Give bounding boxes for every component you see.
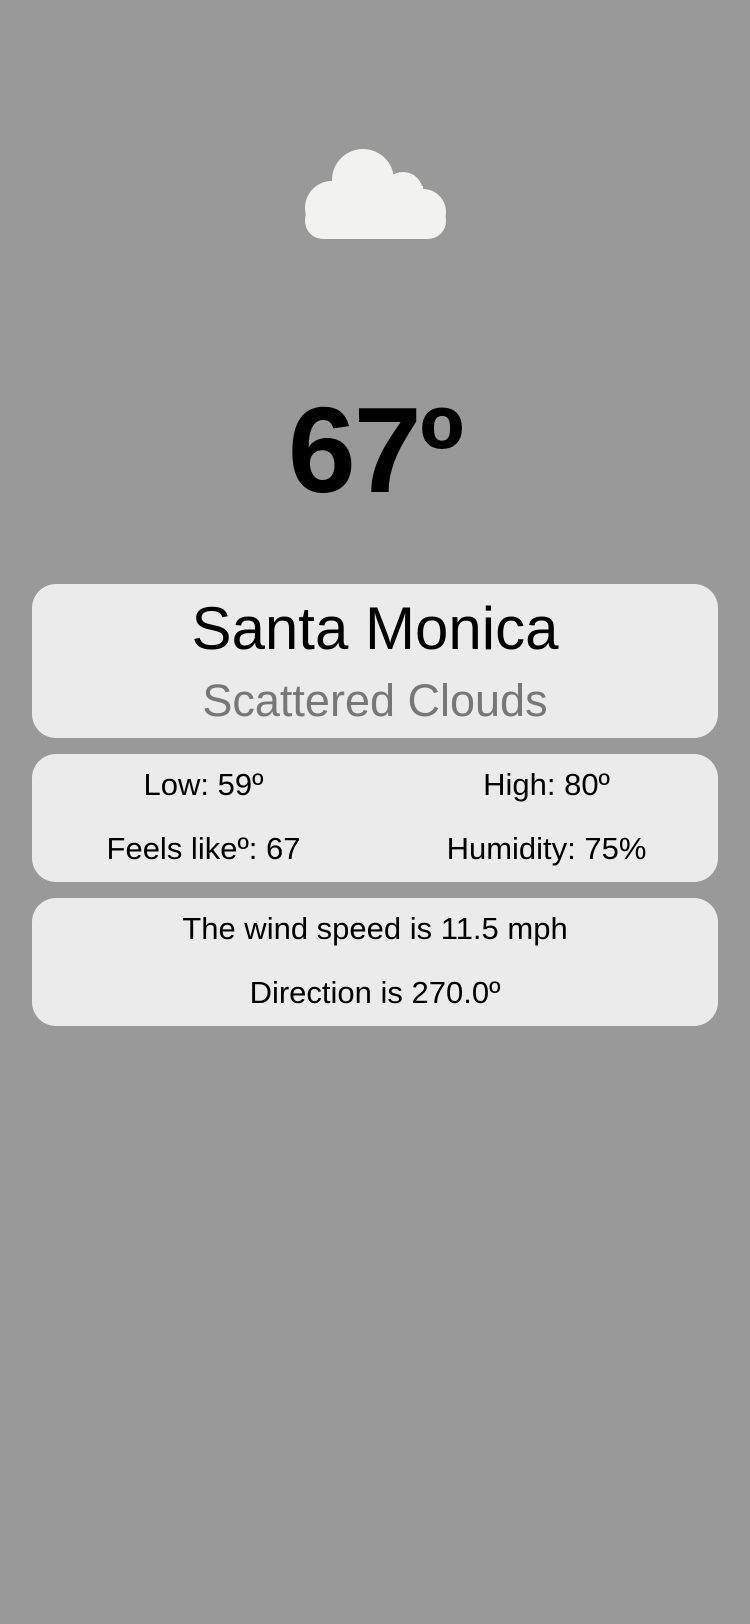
temperature-value: 67º — [287, 382, 464, 518]
humidity: Humidity: 75% — [446, 831, 647, 866]
stats-card: Low: 59º High: 80º Feels likeº: 67 Humid… — [32, 754, 718, 882]
location-card: Santa Monica Scattered Clouds — [32, 584, 718, 738]
cloud-icon — [305, 149, 446, 239]
weather-description: Scattered Clouds — [202, 675, 548, 726]
high-temp: High: 80º — [483, 767, 610, 802]
city-name: Santa Monica — [191, 595, 559, 662]
wind-direction: Direction is 270.0º — [249, 975, 501, 1010]
low-temp: Low: 59º — [143, 767, 264, 802]
wind-card: The wind speed is 11.5 mph Direction is … — [32, 898, 718, 1026]
wind-speed: The wind speed is 11.5 mph — [182, 911, 568, 946]
feels-like: Feels likeº: 67 — [106, 831, 301, 866]
